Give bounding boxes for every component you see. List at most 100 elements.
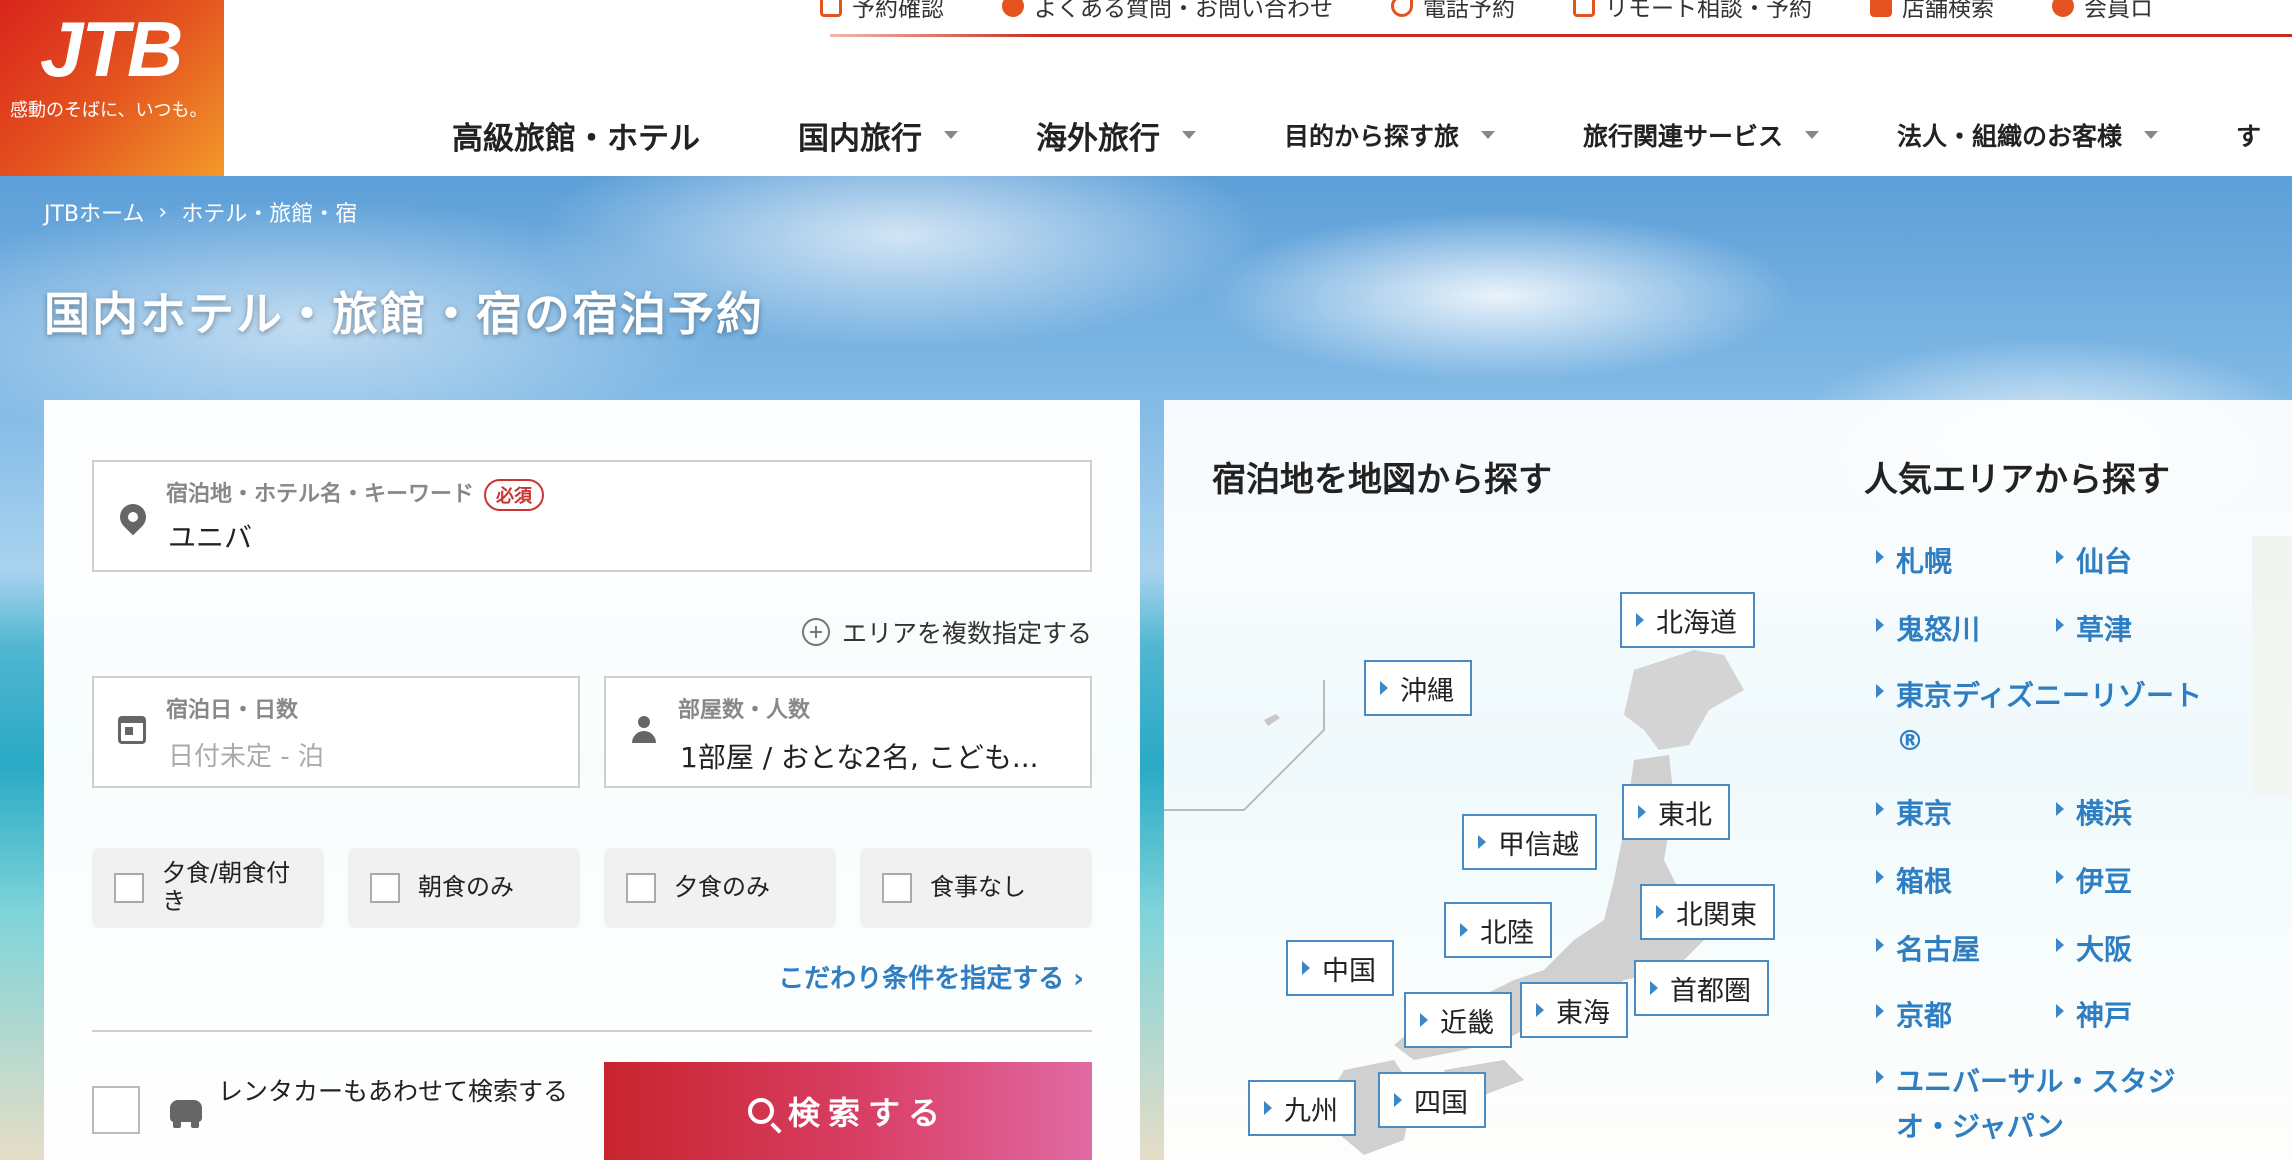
triangle-right-icon xyxy=(1478,835,1486,849)
popular-area-link[interactable]: 名古屋 xyxy=(1876,928,1980,973)
region-hokuriku[interactable]: 北陸 xyxy=(1444,902,1552,958)
meal-option-dinner-breakfast[interactable]: 夕食/朝食付き xyxy=(92,848,324,928)
popular-area-label: 京都 xyxy=(1896,999,1953,1032)
nav-luxury[interactable]: 高級旅館・ホテル xyxy=(452,113,700,158)
region-label: 四国 xyxy=(1414,1087,1468,1119)
popular-area-link[interactable]: 京都 xyxy=(1876,994,1952,1039)
breadcrumb-home[interactable]: JTBホーム xyxy=(44,196,144,228)
search-button[interactable]: 検索する xyxy=(604,1062,1092,1160)
triangle-right-icon xyxy=(1650,981,1658,995)
util-faq[interactable]: よくある質問・お問い合わせ xyxy=(1002,0,1333,26)
popular-area-label: 神戸 xyxy=(2076,999,2133,1032)
rental-car-checkbox[interactable] xyxy=(92,1086,140,1134)
region-koshinetsu[interactable]: 甲信越 xyxy=(1462,814,1597,870)
jtb-logo[interactable]: JTB 感動のそばに、いつも。 xyxy=(0,0,224,176)
triangle-right-icon xyxy=(2056,550,2064,564)
popular-area-link[interactable]: 伊豆 xyxy=(2056,860,2132,905)
popular-area-link[interactable]: 神戸 xyxy=(2056,994,2132,1039)
nav-label: 高級旅館・ホテル xyxy=(452,120,700,157)
checkbox[interactable] xyxy=(882,873,912,903)
meal-option-dinner[interactable]: 夕食のみ xyxy=(604,848,836,928)
region-tohoku[interactable]: 東北 xyxy=(1622,784,1730,840)
checkbox[interactable] xyxy=(370,873,400,903)
popular-area-label: 伊豆 xyxy=(2076,865,2133,898)
checkbox[interactable] xyxy=(626,873,656,903)
util-reservation-check[interactable]: 予約確認 xyxy=(820,0,944,26)
region-okinawa[interactable]: 沖縄 xyxy=(1364,660,1472,716)
logo-mark: JTB xyxy=(40,5,183,93)
util-label: よくある質問・お問い合わせ xyxy=(1034,0,1333,22)
popular-area-link[interactable]: 東京 xyxy=(1876,792,1952,837)
popular-area-label: ユニバーサル・スタジオ・ジャパン xyxy=(1896,1065,2176,1143)
region-chugoku[interactable]: 中国 xyxy=(1286,940,1394,996)
triangle-right-icon xyxy=(1876,802,1884,816)
region-shikoku[interactable]: 四国 xyxy=(1378,1072,1486,1128)
divider xyxy=(92,1030,1092,1032)
building-icon xyxy=(1870,0,1892,17)
region-label: 九州 xyxy=(1284,1095,1338,1127)
chevron-down-icon xyxy=(1805,131,1820,139)
triangle-right-icon xyxy=(1460,923,1468,937)
nav-overseas[interactable]: 海外旅行 xyxy=(1036,113,1196,158)
popular-area-link[interactable]: 横浜 xyxy=(2056,792,2132,837)
popular-area-label: 鬼怒川 xyxy=(1896,613,1981,646)
popular-area-link[interactable]: 札幌 xyxy=(1876,540,1952,585)
triangle-right-icon xyxy=(1638,805,1646,819)
required-badge: 必須 xyxy=(484,479,545,511)
keyword-input[interactable]: ユニバ xyxy=(168,516,252,556)
popular-area-link[interactable]: 箱根 xyxy=(1876,860,1952,905)
nav-label: 旅行関連サービス xyxy=(1583,122,1784,151)
nav-label: 国内旅行 xyxy=(798,120,922,157)
keyword-label-wrap: 宿泊地・ホテル名・キーワード 必須 xyxy=(166,476,545,511)
triangle-right-icon xyxy=(1302,961,1310,975)
rental-car-label: レンタカーもあわせて検索する xyxy=(218,1077,569,1106)
region-kyushu[interactable]: 九州 xyxy=(1248,1080,1356,1136)
triangle-right-icon xyxy=(1380,681,1388,695)
triangle-right-icon xyxy=(1876,1070,1884,1084)
meal-option-none[interactable]: 食事なし xyxy=(860,848,1092,928)
nav-services[interactable]: 旅行関連サービス xyxy=(1583,117,1820,153)
triangle-right-icon xyxy=(1636,613,1644,627)
region-kinki[interactable]: 近畿 xyxy=(1404,992,1512,1048)
region-shutoken[interactable]: 首都圏 xyxy=(1634,960,1769,1016)
nav-corporate[interactable]: 法人・組織のお客様 xyxy=(1897,117,2159,153)
user-icon xyxy=(2052,0,2074,17)
laptop-icon xyxy=(1573,0,1595,17)
util-phone[interactable]: 電話予約 xyxy=(1391,0,1515,26)
nav-purpose[interactable]: 目的から探す旅 xyxy=(1284,117,1496,153)
popular-area-label: 仙台 xyxy=(2076,545,2133,578)
popular-area-link[interactable]: 東京ディズニーリゾート® xyxy=(1876,674,2216,764)
popular-area-link[interactable]: 草津 xyxy=(2056,608,2132,653)
page-title: 国内ホテル・旅館・宿の宿泊予約 xyxy=(44,287,764,341)
popular-area-link[interactable]: ユニバーサル・スタジオ・ジャパン xyxy=(1876,1060,2216,1150)
popular-area-label: 東京ディズニーリゾート® xyxy=(1896,679,2203,757)
nav-more[interactable]: す xyxy=(2236,117,2261,153)
okinawa-island xyxy=(1264,714,1280,726)
region-hokkaido[interactable]: 北海道 xyxy=(1620,592,1755,648)
triangle-right-icon xyxy=(1876,550,1884,564)
util-remote[interactable]: リモート相談・予約 xyxy=(1573,0,1812,26)
checkbox[interactable] xyxy=(114,873,144,903)
chevron-down-icon xyxy=(1182,131,1196,139)
util-store[interactable]: 店舗検索 xyxy=(1870,0,1994,26)
keyword-field[interactable]: 宿泊地・ホテル名・キーワード 必須 ユニバ xyxy=(92,460,1092,572)
region-label: 東海 xyxy=(1556,997,1610,1029)
rooms-value: 1部屋 / おとな2名, こども... xyxy=(680,741,1039,774)
date-field[interactable]: 宿泊日・日数 日付未定 - 泊 xyxy=(92,676,580,788)
popular-area-link[interactable]: 鬼怒川 xyxy=(1876,608,1980,653)
nav-domestic[interactable]: 国内旅行 xyxy=(798,113,958,158)
popular-area-link[interactable]: 大阪 xyxy=(2056,928,2132,973)
breadcrumb-separator: › xyxy=(158,199,168,225)
meal-option-breakfast[interactable]: 朝食のみ xyxy=(348,848,580,928)
rooms-field[interactable]: 部屋数・人数 1部屋 / おとな2名, こども... xyxy=(604,676,1092,788)
more-conditions-link[interactable]: こだわり条件を指定する › xyxy=(778,958,1084,995)
region-tokai[interactable]: 東海 xyxy=(1520,982,1628,1038)
popular-area-link[interactable]: 仙台 xyxy=(2056,540,2132,585)
clipboard-icon xyxy=(820,0,842,17)
region-kitakanto[interactable]: 北関東 xyxy=(1640,884,1775,940)
nav-label: 海外旅行 xyxy=(1036,120,1160,157)
util-member[interactable]: 会員ロ xyxy=(2052,0,2153,26)
region-label: 中国 xyxy=(1322,955,1376,987)
add-multiple-areas[interactable]: エリアを複数指定する xyxy=(801,614,1092,650)
triangle-right-icon xyxy=(1394,1093,1402,1107)
